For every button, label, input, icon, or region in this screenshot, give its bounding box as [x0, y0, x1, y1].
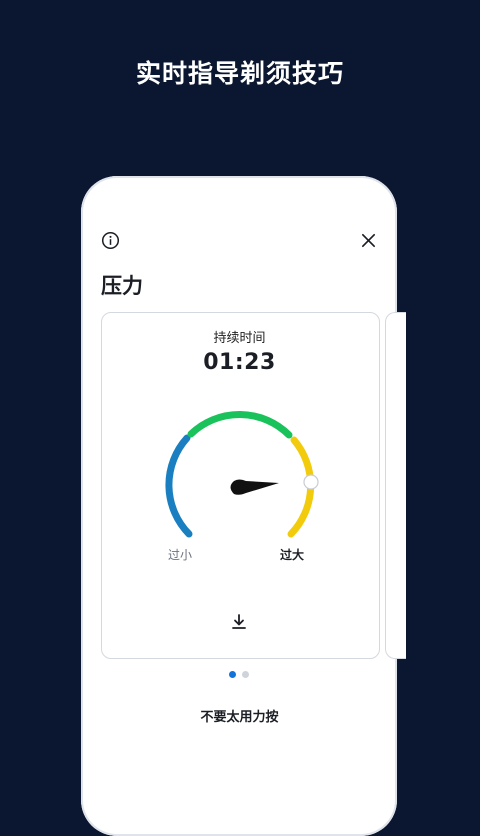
duration-label: 持续时间: [213, 331, 266, 346]
info-icon[interactable]: [101, 231, 120, 250]
gauge-low-label: 过小: [167, 548, 192, 562]
duration-value: 01:23: [203, 350, 276, 375]
gauge-indicator-knob: [303, 474, 319, 490]
pagination-dot[interactable]: [242, 671, 249, 678]
next-card-peek[interactable]: [385, 312, 406, 659]
headline: 实时指导剃须技巧: [135, 59, 344, 88]
gauge-ok-arc: [187, 410, 293, 439]
pressure-gauge: [165, 410, 319, 538]
pagination-dot-active[interactable]: [229, 671, 236, 678]
pressure-tip: 不要太用力按: [200, 710, 279, 725]
pagination-dots: [229, 671, 253, 679]
gauge-low-arc: [165, 434, 193, 538]
gauge-high-label: 过大: [279, 548, 304, 562]
gauge-needle: [230, 479, 279, 495]
download-icon[interactable]: [229, 612, 249, 632]
close-icon[interactable]: [360, 232, 377, 249]
screen-title: 压力: [101, 274, 143, 298]
